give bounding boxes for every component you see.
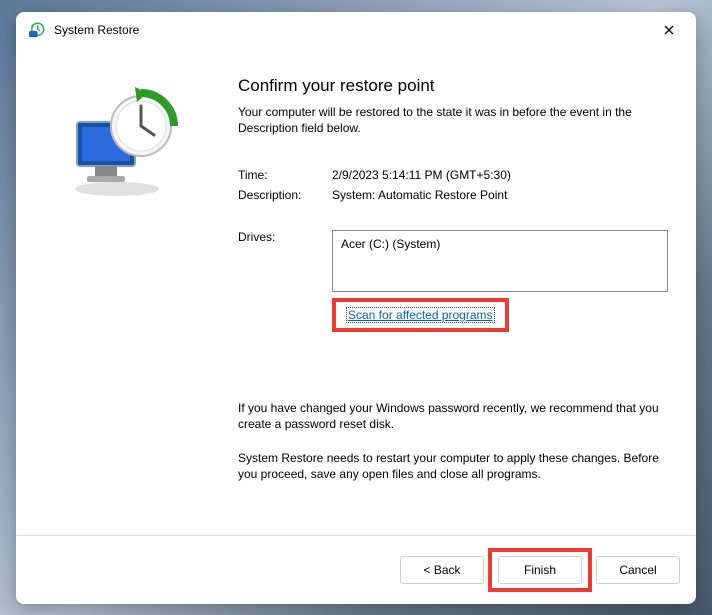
titlebar: System Restore bbox=[16, 12, 696, 48]
restore-icon bbox=[28, 21, 46, 39]
drives-label: Drives: bbox=[238, 230, 332, 292]
scan-link-wrap: Scan for affected programs bbox=[332, 298, 668, 332]
finish-button[interactable]: Finish bbox=[498, 556, 582, 584]
intro-text: Your computer will be restored to the st… bbox=[238, 104, 668, 136]
annotation-highlight: Finish bbox=[488, 548, 592, 592]
time-label: Time: bbox=[238, 168, 332, 182]
password-note: If you have changed your Windows passwor… bbox=[238, 400, 668, 432]
close-button[interactable] bbox=[656, 17, 682, 43]
window-title: System Restore bbox=[54, 23, 656, 37]
description-value: System: Automatic Restore Point bbox=[332, 188, 668, 202]
dialog-body: Confirm your restore point Your computer… bbox=[16, 48, 696, 535]
system-restore-hero-icon bbox=[59, 84, 179, 204]
left-pane bbox=[16, 48, 222, 535]
time-row: Time: 2/9/2023 5:14:11 PM (GMT+5:30) bbox=[238, 168, 668, 182]
back-button[interactable]: < Back bbox=[400, 556, 484, 584]
drives-row: Drives: Acer (C:) (System) bbox=[238, 230, 668, 292]
drive-item[interactable]: Acer (C:) (System) bbox=[341, 237, 659, 251]
time-value: 2/9/2023 5:14:11 PM (GMT+5:30) bbox=[332, 168, 668, 182]
page-heading: Confirm your restore point bbox=[238, 76, 668, 96]
button-bar: < Back Finish Cancel bbox=[16, 535, 696, 604]
close-icon bbox=[664, 25, 674, 35]
cancel-button[interactable]: Cancel bbox=[596, 556, 680, 584]
restart-note: System Restore needs to restart your com… bbox=[238, 450, 668, 482]
annotation-highlight: Scan for affected programs bbox=[332, 298, 509, 332]
description-row: Description: System: Automatic Restore P… bbox=[238, 188, 668, 202]
scan-affected-link[interactable]: Scan for affected programs bbox=[346, 307, 495, 323]
system-restore-window: System Restore Confirm your restore poin… bbox=[16, 12, 696, 604]
description-label: Description: bbox=[238, 188, 332, 202]
drives-listbox[interactable]: Acer (C:) (System) bbox=[332, 230, 668, 292]
content-pane: Confirm your restore point Your computer… bbox=[222, 48, 696, 535]
